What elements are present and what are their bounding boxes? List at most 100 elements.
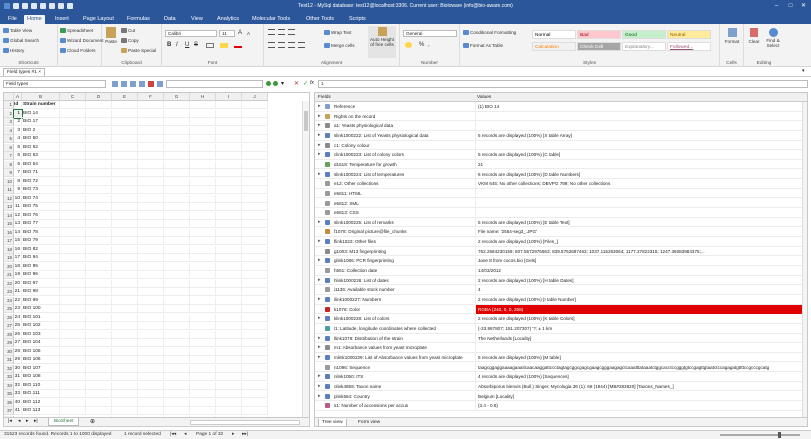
cell-empty[interactable] <box>138 203 164 211</box>
row-header[interactable]: 3 <box>4 118 14 126</box>
cell-empty[interactable] <box>86 381 112 390</box>
underline-button[interactable]: U <box>185 42 189 49</box>
cell-strain-number[interactable]: BIO 104 <box>22 339 60 347</box>
tab-page-layout[interactable]: Page Layout <box>80 15 117 24</box>
cell-strain-number[interactable]: BIO 111 <box>22 390 60 398</box>
cell-empty[interactable] <box>242 126 268 135</box>
column-header[interactable]: J <box>242 93 268 101</box>
tree-row[interactable]: ▸ mlink1000229: List of Absorbance values… <box>315 352 807 363</box>
cell-strain-number[interactable]: BIO 102 <box>22 322 60 330</box>
first-sheet-icon[interactable]: |◂ <box>8 419 12 424</box>
cell-empty[interactable] <box>164 254 190 262</box>
row-header[interactable]: 7 <box>4 152 14 160</box>
cell-empty[interactable] <box>242 356 268 364</box>
cell-empty[interactable] <box>60 296 86 305</box>
cell-empty[interactable] <box>242 305 268 313</box>
borders-icon[interactable] <box>206 43 214 48</box>
cell-strain-number[interactable]: BIO 79 <box>22 237 60 245</box>
cell-empty[interactable] <box>112 390 138 398</box>
cell-empty[interactable] <box>242 373 268 381</box>
cell-empty[interactable] <box>86 322 112 330</box>
dropdown-icon[interactable]: ▾ <box>281 80 284 87</box>
tab-tree-view[interactable]: Tree view <box>318 419 347 426</box>
align-center-icon[interactable] <box>278 42 285 48</box>
expand-icon[interactable]: ▸ <box>318 219 321 225</box>
cell-strain-number[interactable]: BIO 110 <box>22 381 60 390</box>
cell-strain-number[interactable]: BIO 108 <box>22 373 60 381</box>
next-page-icon[interactable]: ▸ <box>232 432 234 437</box>
cell-empty[interactable] <box>190 237 216 245</box>
number-format-select[interactable]: General <box>403 30 457 37</box>
tree-row[interactable]: g1003: M13 fingerprinting 762.2584230159;… <box>315 246 807 257</box>
cell-empty[interactable] <box>138 356 164 364</box>
style-neutral[interactable]: Neutral <box>667 30 711 39</box>
cell-id[interactable]: 1 <box>13 108 23 119</box>
cell-empty[interactable] <box>190 126 216 135</box>
cell-empty[interactable] <box>60 330 86 339</box>
cell-empty[interactable] <box>190 398 216 407</box>
cell-empty[interactable] <box>86 245 112 254</box>
cell-empty[interactable] <box>112 347 138 356</box>
cell-empty[interactable] <box>60 220 86 228</box>
cell-empty[interactable] <box>60 271 86 279</box>
cell-id[interactable]: 31 <box>14 373 22 381</box>
cell-empty[interactable] <box>138 381 164 390</box>
cell-empty[interactable] <box>164 288 190 296</box>
justify-icon[interactable] <box>298 42 305 48</box>
cell-empty[interactable] <box>216 118 242 126</box>
cell-empty[interactable] <box>216 356 242 364</box>
cell-strain-number[interactable]: BIO 54 <box>22 160 60 169</box>
cell-empty[interactable] <box>138 245 164 254</box>
style-bad[interactable]: Bad <box>577 30 621 39</box>
cell-empty[interactable] <box>86 407 112 415</box>
cell-id[interactable]: 2 <box>14 118 22 126</box>
expand-icon[interactable]: ▸ <box>318 132 321 138</box>
cell-strain-number[interactable]: BIO 17 <box>22 118 60 126</box>
field-value[interactable]: Jane 8 from cocos.bio [Gels] <box>475 256 805 266</box>
cell-empty[interactable] <box>216 296 242 305</box>
cell-id[interactable]: 25 <box>14 322 22 330</box>
cell-strain-number[interactable]: BIO 2 <box>22 126 60 135</box>
expand-icon[interactable]: ▸ <box>318 122 321 128</box>
cell-strain-number[interactable]: BIO 74 <box>22 194 60 203</box>
cell-empty[interactable] <box>242 160 268 169</box>
comma-button[interactable]: , <box>428 42 430 49</box>
column-header[interactable]: E <box>112 93 138 101</box>
enter-icon[interactable]: ✓ <box>303 80 308 87</box>
spreadsheet-button[interactable]: Spreadsheet <box>60 27 93 34</box>
cut-button[interactable]: Cut <box>121 27 135 34</box>
cell-id[interactable]: 4 <box>14 135 22 143</box>
values-column-header[interactable]: Values <box>475 93 491 102</box>
cell-empty[interactable] <box>190 381 216 390</box>
field-value[interactable]: Belgium [Locality] <box>475 391 805 402</box>
cell-empty[interactable] <box>138 262 164 271</box>
cell-strain-number[interactable]: BIO 98 <box>22 288 60 296</box>
cell-empty[interactable] <box>164 356 190 364</box>
cell-strain-number[interactable]: BIO 107 <box>22 364 60 373</box>
cell-strain-number[interactable]: BIO 50 <box>22 135 60 143</box>
cell-empty[interactable] <box>60 313 86 322</box>
italic-button[interactable]: I <box>176 42 178 49</box>
cell-empty[interactable] <box>164 126 190 135</box>
cell-empty[interactable] <box>190 160 216 169</box>
cell-empty[interactable] <box>242 271 268 279</box>
cell-empty[interactable] <box>112 237 138 245</box>
cell-empty[interactable] <box>138 339 164 347</box>
field-value[interactable]: 4 <box>475 285 805 295</box>
cell-empty[interactable] <box>216 220 242 228</box>
cell-empty[interactable] <box>190 220 216 228</box>
cell-empty[interactable] <box>190 211 216 220</box>
tree-row[interactable]: ▸ slink1000222: List of Yeasts physiologi… <box>315 130 807 141</box>
cell-empty[interactable] <box>112 407 138 415</box>
row-header[interactable]: 30 <box>4 347 14 356</box>
grow-font-button[interactable]: A <box>238 30 242 37</box>
cell-empty[interactable] <box>190 305 216 313</box>
cell-empty[interactable] <box>190 228 216 237</box>
cell-empty[interactable] <box>190 135 216 143</box>
cell-empty[interactable] <box>164 118 190 126</box>
cell-id[interactable]: 10 <box>14 194 22 203</box>
cell-empty[interactable] <box>190 373 216 381</box>
toolbar-icon-2[interactable] <box>121 81 127 87</box>
cell-empty[interactable] <box>112 373 138 381</box>
row-header[interactable]: 29 <box>4 339 14 347</box>
